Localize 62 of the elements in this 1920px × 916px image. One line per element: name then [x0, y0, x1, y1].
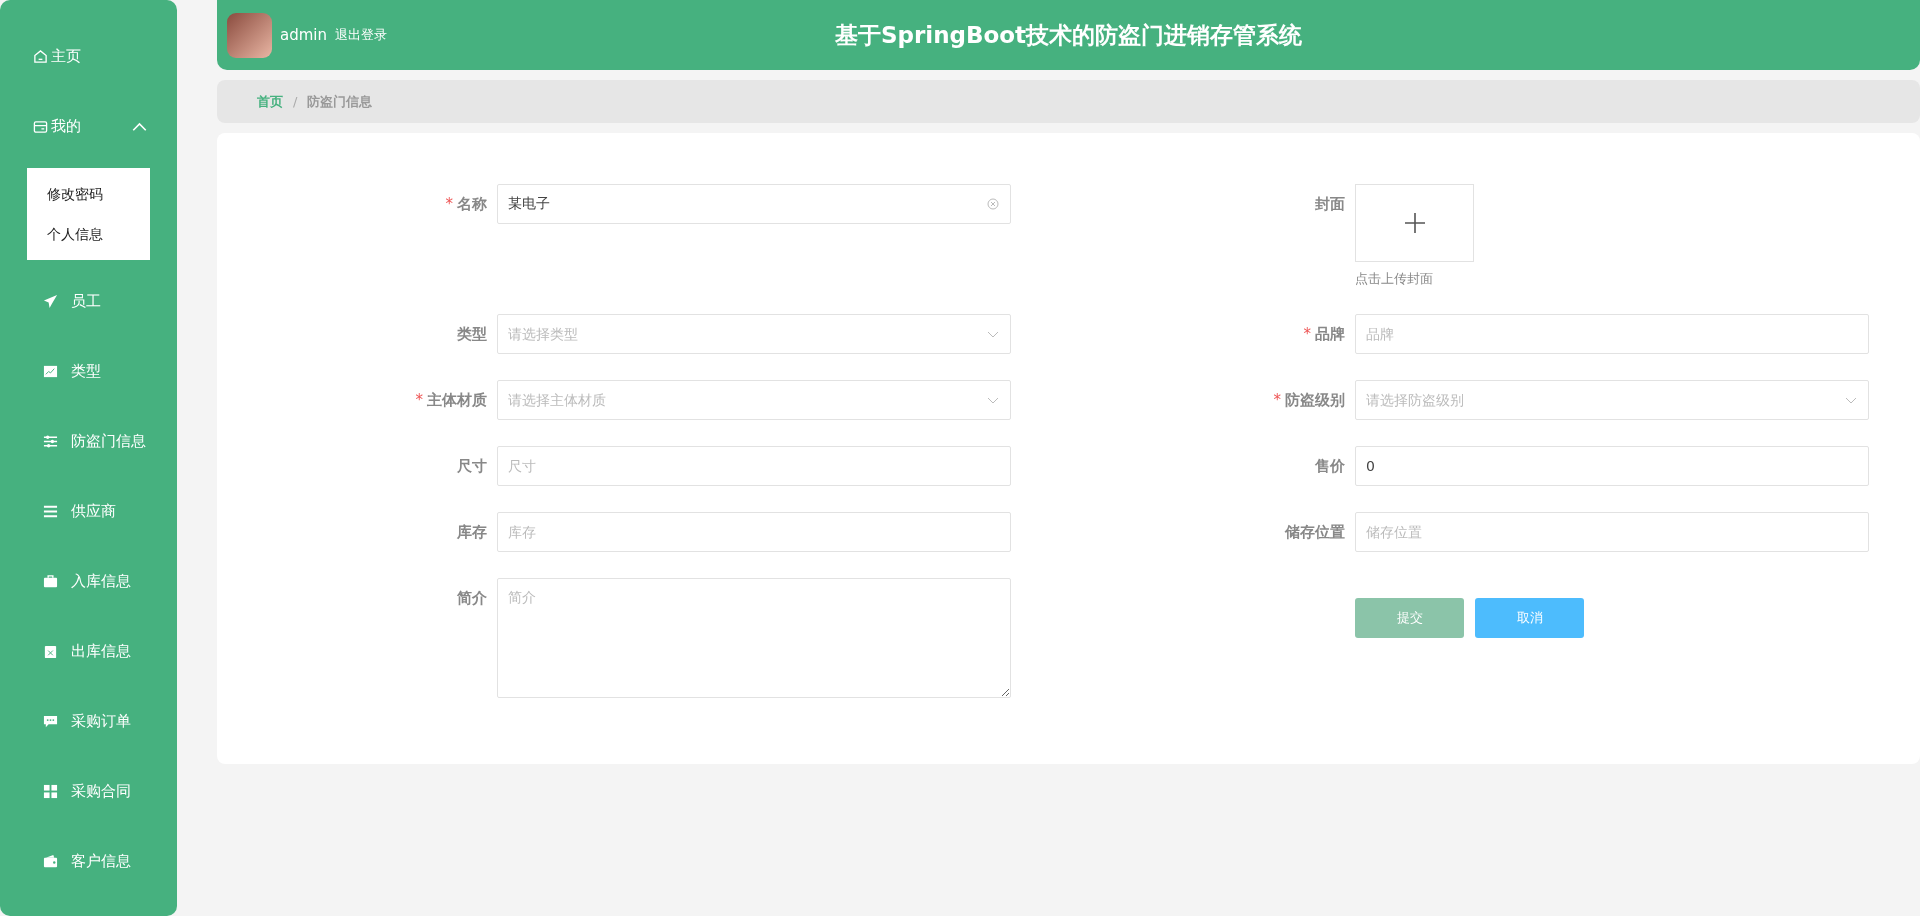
sidebar-item[interactable]: 客户信息 [0, 826, 177, 896]
username: admin [280, 26, 327, 44]
plus-icon [1403, 212, 1426, 234]
sidebar-item[interactable]: 供应商 [0, 476, 177, 546]
breadcrumb-item: 防盗门信息 [307, 92, 373, 111]
field-label: 储存位置 [1285, 522, 1345, 542]
chat-bubble-icon [43, 713, 58, 729]
field-label: 库存 [457, 522, 487, 542]
select-field[interactable]: 请选择防盗级别 [1355, 380, 1869, 420]
field-label: 主体材质 [427, 390, 487, 410]
sliders-icon [43, 433, 58, 449]
sidebar-item[interactable]: 防盗门信息 [0, 406, 177, 476]
field-label: 类型 [457, 324, 487, 344]
briefcase-icon [43, 573, 58, 589]
avatar-photo-placeholder [227, 12, 272, 58]
sidebar-item[interactable]: 员工 [0, 266, 177, 336]
breadcrumb-item[interactable]: 首页 [257, 92, 283, 111]
field-label: 尺寸 [457, 456, 487, 476]
sidebar-item[interactable]: 主页 [0, 21, 177, 91]
sidebar-item[interactable]: 出库信息 [0, 616, 177, 686]
input-field[interactable]: 储存位置 [1355, 512, 1869, 552]
input-field[interactable]: 尺寸 [497, 446, 1011, 486]
sidebar-item[interactable]: 入库信息 [0, 546, 177, 616]
required-mark: * [415, 391, 423, 409]
sidebar-item[interactable]: 我的 [0, 91, 177, 161]
field-label: 封面 [1315, 194, 1345, 214]
paper-plane-icon [43, 293, 58, 309]
input-field[interactable]: 某电子 [497, 184, 1011, 224]
select-field[interactable]: 请选择主体材质 [497, 380, 1011, 420]
chart-icon [43, 363, 58, 379]
grid-icon [43, 783, 58, 799]
sidebar-item[interactable]: 采购合同 [0, 756, 177, 826]
card-icon [33, 118, 48, 134]
select-field[interactable]: 请选择类型 [497, 314, 1011, 354]
home-icon [33, 48, 48, 64]
sidebar-item[interactable]: 类型 [0, 336, 177, 406]
submenu-item[interactable]: 修改密码 [27, 175, 150, 215]
required-mark: * [445, 195, 453, 213]
clipboard-icon [43, 643, 58, 659]
input-field[interactable]: 品牌 [1355, 314, 1869, 354]
upload-hint: 点击上传封面 [1355, 270, 1434, 288]
field-label: 防盗级别 [1285, 390, 1345, 410]
field-label: 简介 [457, 588, 487, 608]
input-field[interactable]: 0 [1355, 446, 1869, 486]
logout-link[interactable]: 退出登录 [335, 26, 387, 44]
field-label: 名称 [457, 194, 487, 214]
submenu-item[interactable]: 个人信息 [27, 215, 150, 255]
wallet-icon [43, 853, 58, 869]
textarea-field[interactable]: 简介 [497, 578, 1011, 698]
field-label: 售价 [1315, 456, 1345, 476]
required-mark: * [1273, 391, 1281, 409]
cancel-button[interactable]: 取消 [1475, 598, 1584, 638]
field-label: 品牌 [1315, 324, 1345, 344]
required-mark: * [1303, 325, 1311, 343]
clear-icon[interactable] [987, 198, 999, 210]
submit-button[interactable]: 提交 [1355, 598, 1464, 638]
sidebar-item[interactable]: 采购订单 [0, 686, 177, 756]
upload-box[interactable] [1355, 184, 1474, 262]
list-icon [43, 503, 58, 519]
breadcrumb-separator: / [293, 94, 298, 109]
input-field[interactable]: 库存 [497, 512, 1011, 552]
app-title: 基于SpringBoot技术的防盗门进销存管系统 [834, 20, 1303, 50]
